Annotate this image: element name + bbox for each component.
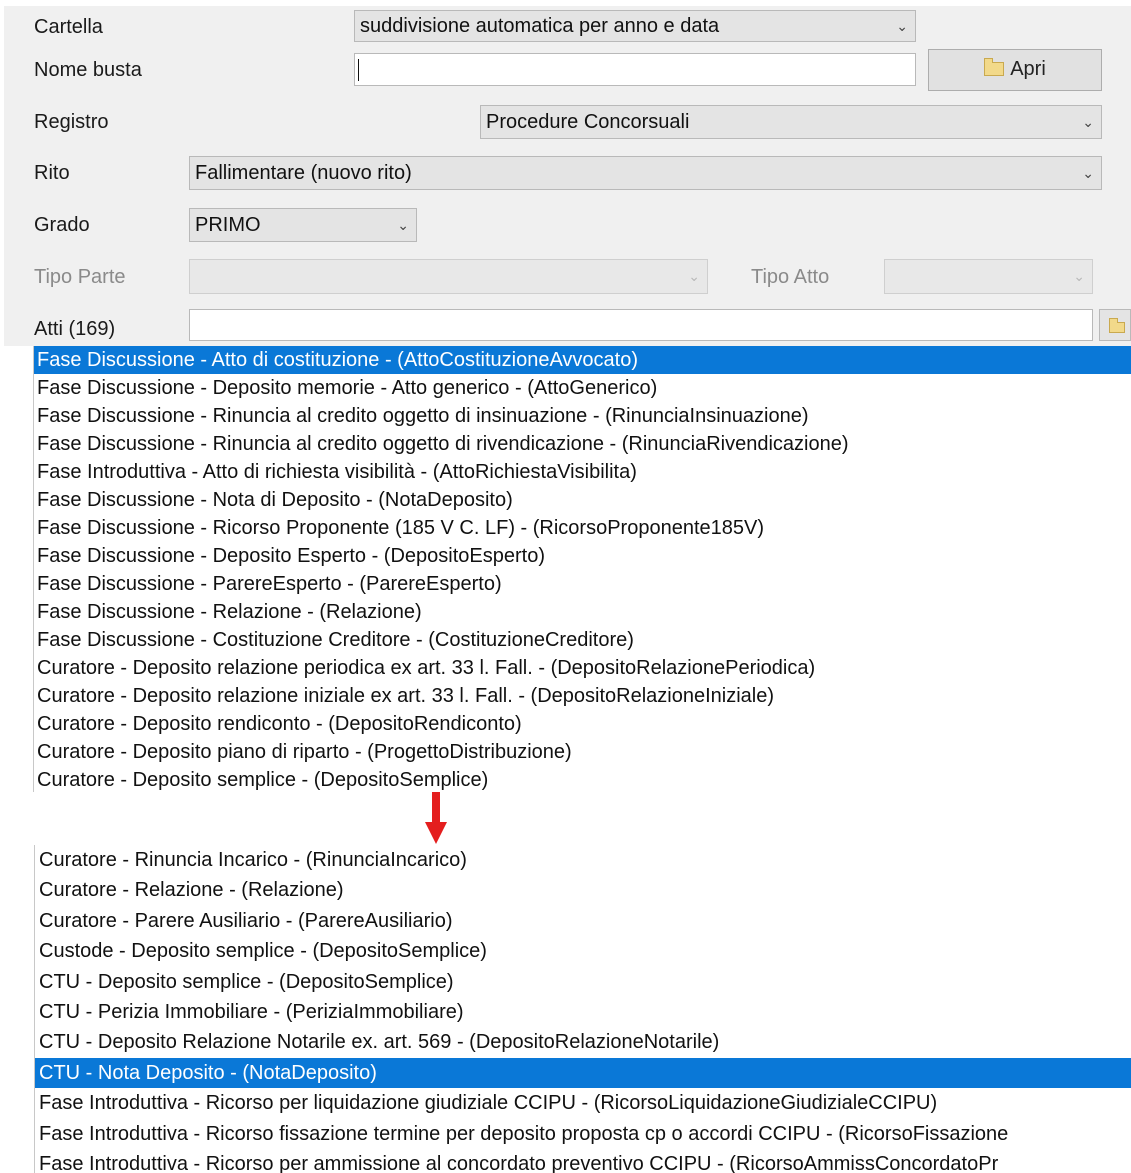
atti-list-top[interactable]: Fase Discussione - Atto di costituzione … xyxy=(33,346,1131,792)
tipo-parte-select[interactable]: ⌄ xyxy=(189,259,708,294)
list-item[interactable]: Fase Discussione - Rinuncia al credito o… xyxy=(34,402,1131,430)
atti-label: Atti (169) xyxy=(34,318,116,340)
list-item[interactable]: Fase Discussione - Ricorso Proponente (1… xyxy=(34,514,1131,542)
list-item[interactable]: Curatore - Deposito relazione iniziale e… xyxy=(34,682,1131,710)
list-item[interactable]: Custode - Deposito semplice - (DepositoS… xyxy=(35,936,1131,966)
list-item[interactable]: Curatore - Deposito rendiconto - (Deposi… xyxy=(34,710,1131,738)
atti-filter-input[interactable] xyxy=(189,309,1093,341)
chevron-down-icon: ⌄ xyxy=(688,268,700,284)
list-item[interactable]: CTU - Deposito semplice - (DepositoSempl… xyxy=(35,967,1131,997)
cartella-label: Cartella xyxy=(34,16,103,38)
rito-select[interactable]: Fallimentare (nuovo rito) ⌄ xyxy=(189,156,1102,190)
arrow-down-icon xyxy=(425,792,447,846)
cartella-select[interactable]: suddivisione automatica per anno e data … xyxy=(354,10,916,42)
tipo-atto-label: Tipo Atto xyxy=(751,266,830,288)
grado-select[interactable]: PRIMO ⌄ xyxy=(189,208,417,242)
rito-label: Rito xyxy=(34,162,70,184)
chevron-down-icon: ⌄ xyxy=(896,18,908,34)
list-item[interactable]: Curatore - Deposito piano di riparto - (… xyxy=(34,738,1131,766)
list-item[interactable]: Fase Discussione - Deposito Esperto - (D… xyxy=(34,542,1131,570)
list-item[interactable]: Fase Introduttiva - Ricorso per liquidaz… xyxy=(35,1088,1131,1118)
text-caret xyxy=(358,59,359,81)
chevron-down-icon: ⌄ xyxy=(397,217,409,233)
registro-select[interactable]: Procedure Concorsuali ⌄ xyxy=(480,105,1102,139)
folder-search-icon xyxy=(1109,318,1125,333)
registro-label: Registro xyxy=(34,111,109,133)
nome-busta-input[interactable] xyxy=(354,53,916,86)
list-item[interactable]: CTU - Perizia Immobiliare - (PeriziaImmo… xyxy=(35,997,1131,1027)
nome-busta-label: Nome busta xyxy=(34,59,142,81)
apri-button-label: Apri xyxy=(1010,58,1046,80)
list-item[interactable]: Fase Discussione - Rinuncia al credito o… xyxy=(34,430,1131,458)
list-item[interactable]: Fase Introduttiva - Atto di richiesta vi… xyxy=(34,458,1131,486)
rito-value: Fallimentare (nuovo rito) xyxy=(195,162,412,184)
cartella-value: suddivisione automatica per anno e data xyxy=(360,15,720,37)
list-item[interactable]: Fase Discussione - Atto di costituzione … xyxy=(34,346,1131,374)
chevron-down-icon: ⌄ xyxy=(1073,268,1085,284)
chevron-down-icon: ⌄ xyxy=(1082,114,1094,130)
grado-value: PRIMO xyxy=(195,214,261,236)
list-item[interactable]: Curatore - Rinuncia Incarico - (Rinuncia… xyxy=(35,845,1131,875)
chevron-down-icon: ⌄ xyxy=(1082,165,1094,181)
registro-value: Procedure Concorsuali xyxy=(486,111,690,133)
atti-list-bottom[interactable]: Curatore - Rinuncia Incarico - (Rinuncia… xyxy=(34,845,1131,1173)
list-item[interactable]: Fase Discussione - Relazione - (Relazion… xyxy=(34,598,1131,626)
grado-label: Grado xyxy=(34,214,90,236)
list-item[interactable]: Fase Introduttiva - Ricorso fissazione t… xyxy=(35,1119,1131,1149)
list-item[interactable]: Fase Discussione - Nota di Deposito - (N… xyxy=(34,486,1131,514)
atti-search-button[interactable] xyxy=(1099,309,1131,341)
list-item[interactable]: Curatore - Parere Ausiliario - (ParereAu… xyxy=(35,906,1131,936)
list-item[interactable]: Curatore - Deposito semplice - (Deposito… xyxy=(34,766,1131,792)
list-item[interactable]: Fase Discussione - Deposito memorie - At… xyxy=(34,374,1131,402)
list-item[interactable]: Fase Discussione - Costituzione Creditor… xyxy=(34,626,1131,654)
apri-button[interactable]: Apri xyxy=(928,49,1102,91)
tipo-atto-select[interactable]: ⌄ xyxy=(884,259,1093,294)
list-item[interactable]: Fase Introduttiva - Ricorso per ammissio… xyxy=(35,1149,1131,1173)
list-item[interactable]: Curatore - Deposito relazione periodica … xyxy=(34,654,1131,682)
list-item[interactable]: Fase Discussione - ParereEsperto - (Pare… xyxy=(34,570,1131,598)
list-item[interactable]: CTU - Nota Deposito - (NotaDeposito) xyxy=(35,1057,1131,1089)
tipo-parte-label: Tipo Parte xyxy=(34,266,126,288)
list-item[interactable]: CTU - Deposito Relazione Notarile ex. ar… xyxy=(35,1027,1131,1057)
list-item[interactable]: Curatore - Relazione - (Relazione) xyxy=(35,875,1131,905)
folder-search-icon xyxy=(984,58,1005,76)
